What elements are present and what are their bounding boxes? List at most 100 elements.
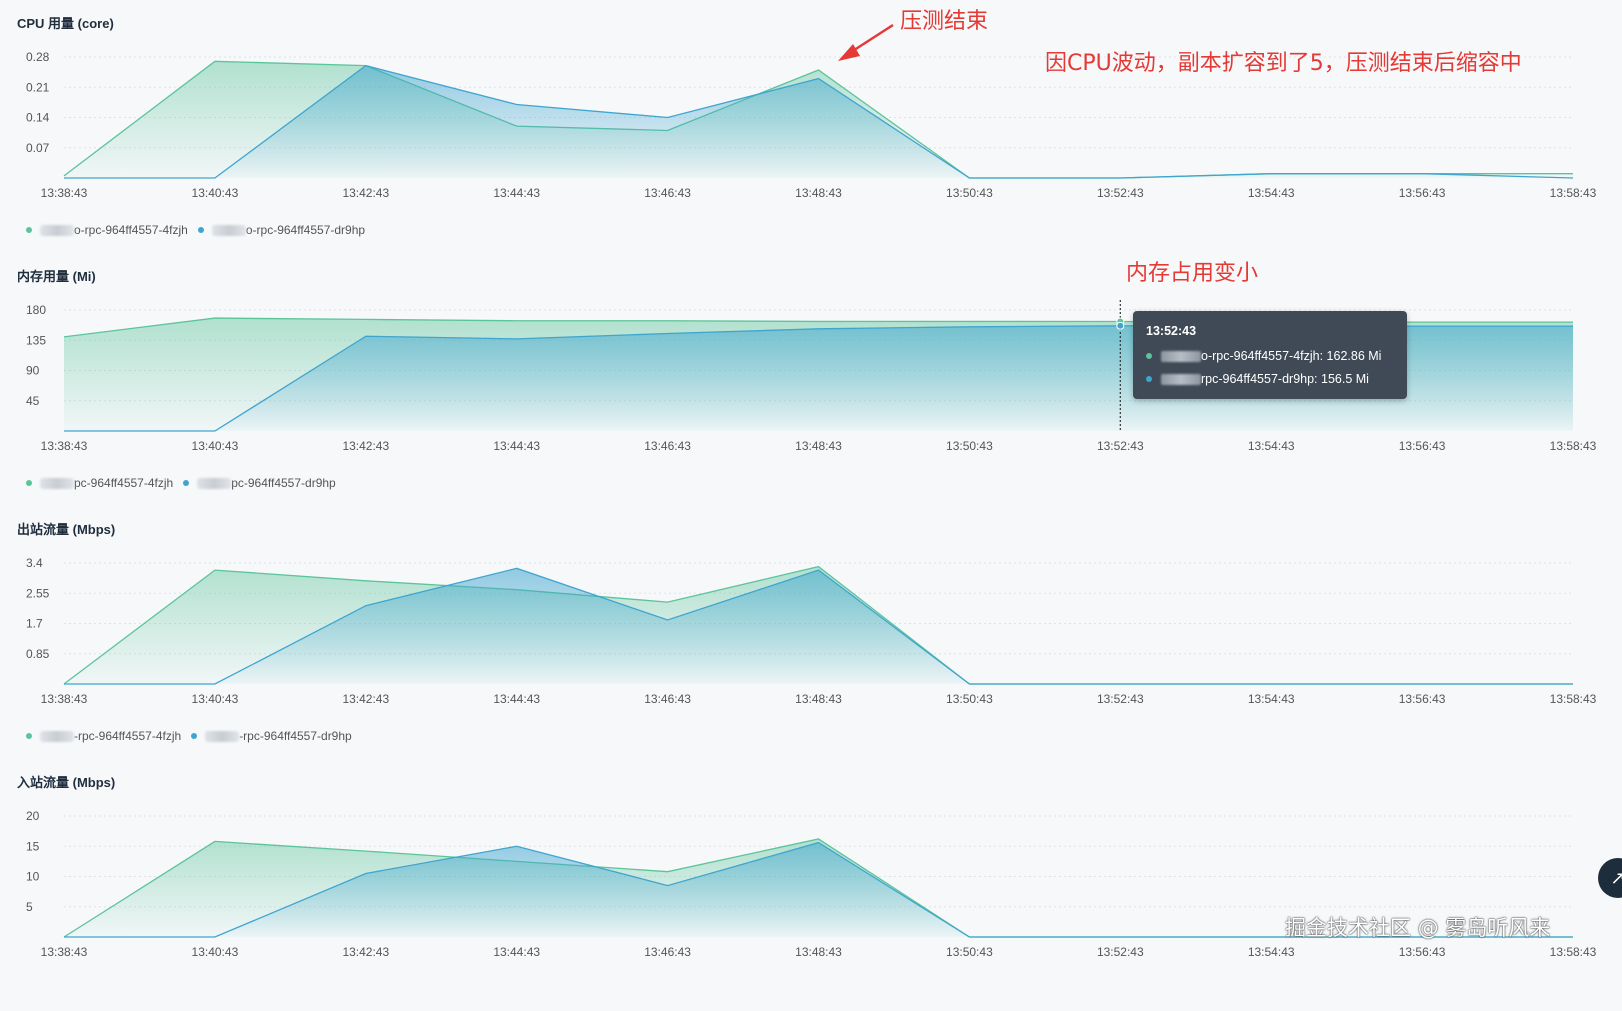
y-tick-label: 20 [26, 809, 40, 823]
arrow-up-right-icon: ↗ [1610, 868, 1622, 888]
redacted-name-blur [205, 731, 239, 742]
hover-point [1117, 322, 1124, 329]
x-tick-label: 13:44:43 [493, 186, 540, 200]
legend-item-series-a[interactable]: -rpc-964ff4557-4fzjh [26, 729, 181, 743]
x-tick-label: 13:44:43 [493, 692, 540, 706]
y-tick-label: 0.85 [26, 647, 50, 661]
legend-item-series-b[interactable]: o-rpc-964ff4557-dr9hp [198, 223, 365, 237]
watermark: 掘金技术社区 @ 雾岛听风来 [1285, 912, 1550, 942]
x-tick-label: 13:38:43 [41, 692, 88, 706]
x-tick-label: 13:48:43 [795, 439, 842, 453]
y-tick-label: 3.4 [26, 556, 43, 570]
x-tick-label: 13:44:43 [493, 439, 540, 453]
x-tick-label: 13:40:43 [192, 186, 239, 200]
redacted-name-blur [212, 225, 246, 236]
x-tick-label: 13:52:43 [1097, 186, 1144, 200]
x-tick-label: 13:54:43 [1248, 945, 1295, 959]
cpu-legend: o-rpc-964ff4557-4fzjh o-rpc-964ff4557-dr… [26, 223, 375, 237]
x-tick-label: 13:56:43 [1399, 945, 1446, 959]
y-tick-label: 0.21 [26, 80, 50, 94]
x-tick-label: 13:54:43 [1248, 186, 1295, 200]
x-tick-label: 13:58:43 [1550, 439, 1597, 453]
y-tick-label: 0.28 [26, 50, 50, 64]
redacted-name-blur [1161, 351, 1201, 362]
legend-label: o-rpc-964ff4557-4fzjh [74, 223, 188, 237]
x-tick-label: 13:54:43 [1248, 692, 1295, 706]
y-tick-label: 0.07 [26, 141, 50, 155]
redacted-name-blur [40, 731, 74, 742]
x-tick-label: 13:46:43 [644, 186, 691, 200]
x-tick-label: 13:42:43 [342, 692, 389, 706]
y-tick-label: 90 [26, 364, 40, 378]
legend-dot-blue [198, 227, 204, 233]
x-tick-label: 13:46:43 [644, 439, 691, 453]
stress-end-annotation: 压测结束 [900, 3, 988, 35]
legend-dot-green [26, 480, 32, 486]
x-tick-label: 13:44:43 [493, 945, 540, 959]
cpu-chart: 0.07 0.14 0.21 0.28 13:38:43 13:40:43 13:42:43… [0, 0, 1622, 252]
y-tick-label: 2.55 [26, 586, 50, 600]
x-tick-label: 13:48:43 [795, 186, 842, 200]
x-tick-label: 13:40:43 [192, 692, 239, 706]
x-tick-label: 13:56:43 [1399, 692, 1446, 706]
y-tick-label: 0.14 [26, 111, 50, 125]
chart-tooltip: 13:52:43 o-rpc-964ff4557-4fzjh: 162.86 M… [1133, 311, 1407, 399]
x-tick-label: 13:48:43 [795, 945, 842, 959]
x-tick-label: 13:52:43 [1097, 692, 1144, 706]
tooltip-time: 13:52:43 [1146, 324, 1196, 338]
x-tick-label: 13:46:43 [644, 945, 691, 959]
outbound-legend: -rpc-964ff4557-4fzjh -rpc-964ff4557-dr9h… [26, 729, 362, 743]
x-tick-label: 13:54:43 [1248, 439, 1295, 453]
legend-label: pc-964ff4557-4fzjh [74, 476, 173, 490]
cpu-scaling-annotation: 因CPU波动，副本扩容到了5，压测结束后缩容中 [1045, 45, 1522, 77]
legend-label: -rpc-964ff4557-dr9hp [239, 729, 352, 743]
memory-legend: pc-964ff4557-4fzjh pc-964ff4557-dr9hp [26, 476, 346, 490]
y-tick-label: 1.7 [26, 617, 43, 631]
legend-item-series-a[interactable]: o-rpc-964ff4557-4fzjh [26, 223, 188, 237]
tooltip-row-b: rpc-964ff4557-dr9hp: 156.5 Mi [1146, 372, 1369, 386]
x-tick-label: 13:52:43 [1097, 439, 1144, 453]
redacted-name-blur [40, 478, 74, 489]
y-tick-label: 10 [26, 870, 40, 884]
outbound-chart: 0.85 1.7 2.55 3.4 13:38:43 13:40:43 13:42:43 13… [0, 506, 1622, 758]
y-tick-label: 180 [26, 303, 46, 317]
x-tick-label: 13:48:43 [795, 692, 842, 706]
outbound-panel: 出站流量 (Mbps) 0.851.72.553.413:38:4313:40:… [0, 506, 1622, 758]
y-tick-label: 15 [26, 839, 40, 853]
x-tick-label: 13:38:43 [41, 186, 88, 200]
legend-item-series-b[interactable]: -rpc-964ff4557-dr9hp [191, 729, 352, 743]
x-tick-label: 13:58:43 [1550, 692, 1597, 706]
redacted-name-blur [1161, 374, 1201, 385]
y-tick-label: 45 [26, 394, 40, 408]
x-tick-label: 13:50:43 [946, 692, 993, 706]
legend-dot-green [26, 227, 32, 233]
legend-label: -rpc-964ff4557-4fzjh [74, 729, 181, 743]
x-tick-label: 13:42:43 [342, 439, 389, 453]
legend-label: o-rpc-964ff4557-dr9hp [246, 223, 365, 237]
x-tick-label: 13:52:43 [1097, 945, 1144, 959]
x-tick-label: 13:38:43 [41, 945, 88, 959]
redacted-name-blur [40, 225, 74, 236]
inbound-panel: 入站流量 (Mbps) 510152013:38:4313:40:4313:42… [0, 759, 1622, 1011]
x-tick-label: 13:50:43 [946, 186, 993, 200]
redacted-name-blur [197, 478, 231, 489]
legend-item-series-a[interactable]: pc-964ff4557-4fzjh [26, 476, 173, 490]
tooltip-dot-blue [1146, 376, 1152, 382]
x-tick-label: 13:50:43 [946, 439, 993, 453]
x-tick-label: 13:40:43 [192, 945, 239, 959]
x-tick-label: 13:58:43 [1550, 186, 1597, 200]
x-tick-label: 13:42:43 [342, 945, 389, 959]
legend-dot-blue [191, 733, 197, 739]
x-tick-label: 13:46:43 [644, 692, 691, 706]
cpu-panel: CPU 用量 (core) 0.070.140.210.2813:38:4313… [0, 0, 1622, 252]
x-tick-label: 13:42:43 [342, 186, 389, 200]
tooltip-dot-green [1146, 353, 1152, 359]
tooltip-row-a-text: o-rpc-964ff4557-4fzjh: 162.86 Mi [1201, 349, 1381, 363]
y-tick-label: 5 [26, 900, 33, 914]
x-tick-label: 13:58:43 [1550, 945, 1597, 959]
legend-dot-blue [183, 480, 189, 486]
x-tick-label: 13:56:43 [1399, 186, 1446, 200]
x-tick-label: 13:50:43 [946, 945, 993, 959]
legend-label: pc-964ff4557-dr9hp [231, 476, 336, 490]
legend-item-series-b[interactable]: pc-964ff4557-dr9hp [183, 476, 336, 490]
